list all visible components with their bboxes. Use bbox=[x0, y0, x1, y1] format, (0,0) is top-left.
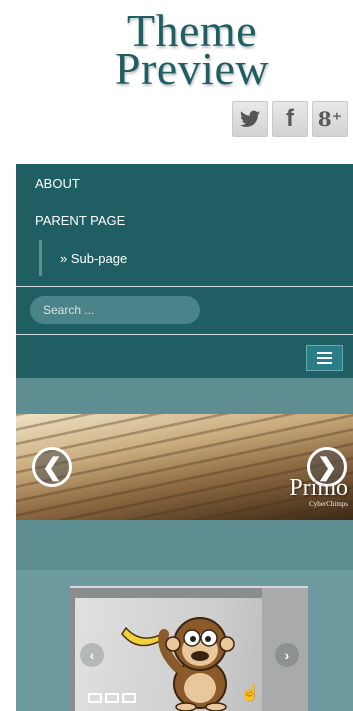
nav-item-sub-page[interactable]: » Sub-page bbox=[60, 251, 127, 266]
google-plus-icon: 8⁺ bbox=[317, 107, 343, 131]
hand-cursor-icon: ☝ bbox=[240, 685, 260, 702]
twitter-button[interactable] bbox=[232, 101, 268, 137]
slide-image: ❮ ❯ Primo CyberChimps bbox=[16, 414, 353, 520]
brand-subtitle: CyberChimps bbox=[309, 500, 348, 508]
brand-name: Primo bbox=[289, 475, 348, 501]
nav-item-about[interactable]: ABOUT bbox=[35, 176, 80, 191]
thumbnail[interactable] bbox=[88, 693, 102, 703]
thumbnail[interactable] bbox=[105, 693, 119, 703]
showcase-section: ‹ › ☝ bbox=[16, 570, 353, 711]
thumbnail[interactable] bbox=[122, 693, 136, 703]
facebook-icon: f bbox=[286, 105, 294, 132]
facebook-button[interactable]: f bbox=[272, 101, 308, 137]
hamburger-icon bbox=[317, 352, 332, 354]
monkey-mascot-icon bbox=[121, 617, 235, 711]
social-icons: f 8⁺ bbox=[232, 101, 348, 137]
menu-toggle-button[interactable] bbox=[306, 345, 343, 371]
arrow-left-icon: ‹ bbox=[89, 647, 95, 663]
twitter-icon bbox=[240, 110, 260, 127]
chevron-left-icon: ❮ bbox=[41, 453, 63, 481]
hamburger-icon bbox=[317, 357, 332, 359]
submenu: » Sub-page bbox=[39, 240, 127, 276]
arrow-right-icon: › bbox=[284, 647, 290, 663]
hamburger-icon bbox=[317, 362, 332, 364]
main-navigation: ABOUT PARENT PAGE » Sub-page bbox=[16, 164, 353, 378]
nav-divider bbox=[16, 334, 353, 335]
showcase-next-button[interactable]: › bbox=[275, 643, 299, 667]
showcase-prev-button[interactable]: ‹ bbox=[80, 643, 104, 667]
slider-section: ❮ ❯ Primo CyberChimps bbox=[16, 378, 353, 570]
nav-divider bbox=[16, 286, 353, 287]
logo-line-2: Preview bbox=[114, 43, 270, 94]
google-plus-button[interactable]: 8⁺ bbox=[312, 101, 348, 137]
primo-brand-logo: Primo CyberChimps bbox=[289, 476, 348, 509]
search-input[interactable] bbox=[30, 296, 200, 324]
showcase-frame: ‹ › ☝ bbox=[70, 586, 308, 711]
slide-thumbnails bbox=[88, 693, 136, 703]
site-logo[interactable]: Theme Preview bbox=[92, 8, 292, 94]
slider-prev-button[interactable]: ❮ bbox=[32, 447, 72, 487]
nav-item-parent-page[interactable]: PARENT PAGE bbox=[35, 213, 125, 228]
